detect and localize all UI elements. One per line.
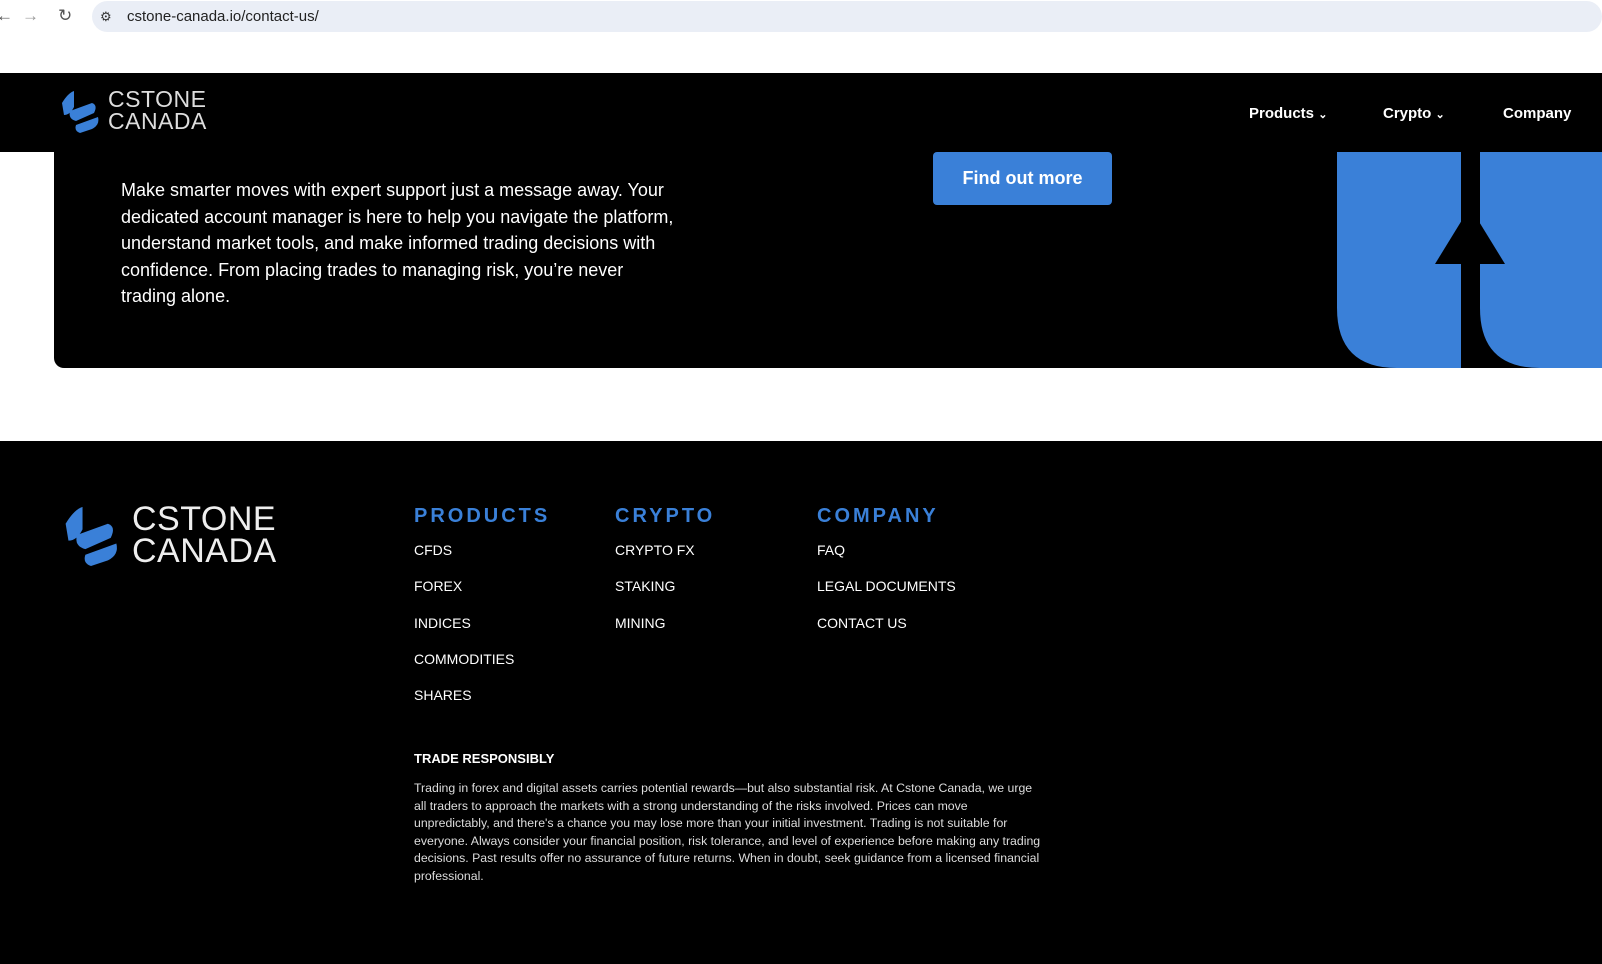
nav-products[interactable]: Products ⌄	[1249, 105, 1327, 122]
nav-label: Crypto	[1383, 105, 1432, 122]
footer-column-company: COMPANY FAQ LEGAL DOCUMENTS CONTACT US	[817, 505, 956, 651]
brand-line2: CANADA	[132, 532, 277, 571]
nav-label: Products	[1249, 105, 1315, 122]
back-icon[interactable]: ←	[0, 6, 13, 26]
footer-column-crypto: CRYPTO CRYPTO FX STAKING MINING	[615, 505, 715, 651]
column-title: COMPANY	[817, 505, 939, 527]
footer-link-cfds[interactable]: CFDS	[414, 542, 550, 578]
brand-line1: CSTONE	[132, 500, 277, 538]
footer-link-shares[interactable]: SHARES	[414, 687, 550, 723]
chevron-down-icon: ⌄	[1318, 109, 1328, 121]
column-title: CRYPTO	[615, 505, 716, 527]
footer-link-forex[interactable]: FOREX	[414, 578, 550, 614]
nav-label: Company	[1503, 105, 1572, 122]
site-settings-icon[interactable]: ⚙	[100, 9, 112, 25]
browser-toolbar: ← → ↻ ⚙ cstone-canada.io/contact-us/	[0, 0, 1602, 33]
footer-link-indices[interactable]: INDICES	[414, 615, 550, 651]
column-title: PRODUCTS	[414, 505, 551, 527]
nav-company[interactable]: Company	[1503, 105, 1571, 122]
trade-responsibly: TRADE RESPONSIBLY Trading in forex and d…	[414, 751, 1044, 886]
logo-icon	[62, 91, 99, 133]
logo-icon	[65, 507, 117, 567]
footer-link-legal-documents[interactable]: LEGAL DOCUMENTS	[817, 578, 956, 614]
site-footer: CSTONE CANADA PRODUCTS CFDS FOREX INDICE…	[0, 441, 1602, 964]
forward-icon[interactable]: →	[22, 6, 39, 26]
footer-link-contact-us[interactable]: CONTACT US	[817, 615, 956, 651]
risk-disclaimer: Trading in forex and digital assets carr…	[414, 781, 1041, 883]
footer-link-faq[interactable]: FAQ	[817, 542, 956, 578]
chevron-down-icon: ⌄	[1435, 109, 1445, 121]
url-text[interactable]: cstone-canada.io/contact-us/	[127, 8, 319, 25]
footer-link-mining[interactable]: MINING	[615, 615, 715, 651]
footer-logo[interactable]: CSTONE CANADA	[60, 500, 277, 571]
address-bar[interactable]: ⚙ cstone-canada.io/contact-us/	[92, 1, 1602, 32]
arrow-graphic-icon	[1337, 152, 1602, 368]
find-out-more-button[interactable]: Find out more	[933, 152, 1112, 205]
reload-icon[interactable]: ↻	[58, 6, 72, 26]
site-header: CSTONE CANADA Products ⌄ Crypto ⌄ Compan…	[0, 73, 1602, 152]
nav-crypto[interactable]: Crypto ⌄	[1383, 105, 1445, 122]
support-banner: Make smarter moves with expert support j…	[54, 152, 1602, 368]
footer-link-staking[interactable]: STAKING	[615, 578, 715, 614]
footer-link-commodities[interactable]: COMMODITIES	[414, 651, 550, 687]
footer-link-crypto-fx[interactable]: CRYPTO FX	[615, 542, 715, 578]
footer-column-products: PRODUCTS CFDS FOREX INDICES COMMODITIES …	[414, 505, 550, 723]
trade-title: TRADE RESPONSIBLY	[414, 751, 555, 766]
brand-line2: CANADA	[108, 108, 207, 134]
brand-logo[interactable]: CSTONE CANADA	[58, 88, 207, 134]
banner-text: Make smarter moves with expert support j…	[121, 180, 674, 306]
